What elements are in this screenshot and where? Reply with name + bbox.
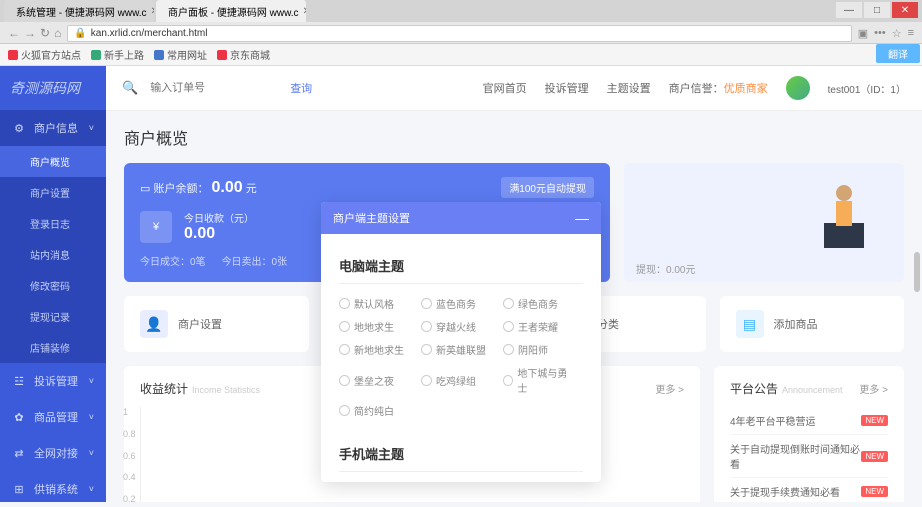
bookmark-icon [8, 50, 18, 60]
radio-icon [339, 344, 350, 355]
home-icon[interactable]: ⌂ [54, 26, 61, 40]
radio-icon [421, 298, 432, 309]
forward-icon[interactable]: → [24, 26, 36, 40]
theme-option[interactable]: 吃鸡绿组 [421, 365, 491, 395]
tab-close-icon[interactable]: ✕ [151, 6, 154, 17]
theme-option[interactable]: 默认风格 [339, 296, 409, 311]
bookmark-item[interactable]: 常用网址 [154, 47, 207, 62]
theme-option[interactable]: 地下城与勇士 [503, 365, 573, 395]
radio-icon [503, 298, 514, 309]
search-icon: 🔍 [122, 80, 138, 96]
theme-modal: 商户端主题设置 — 电脑端主题 默认风格蓝色商务绿色商务地地求生穿越火线王者荣耀… [321, 202, 601, 482]
theme-option[interactable]: 新地地求生 [339, 342, 409, 357]
avatar[interactable] [786, 76, 810, 100]
bookmark-icon [154, 50, 164, 60]
radio-icon [339, 298, 350, 309]
pc-theme-options: 默认风格蓝色商务绿色商务地地求生穿越火线王者荣耀新地地求生新英雄联盟阴阳师堡垒之… [339, 296, 583, 418]
theme-option[interactable]: 王者荣耀 [503, 319, 573, 334]
window-min[interactable]: — [836, 2, 862, 18]
nav-theme[interactable]: 主题设置 [607, 80, 651, 96]
nav-complaints[interactable]: 投诉管理 [545, 80, 589, 96]
mobile-theme-title: 手机端主题 [339, 436, 583, 472]
theme-option[interactable]: 蓝色商务 [421, 296, 491, 311]
tab-title: 商户面板 - 便捷源码网 www.c [168, 4, 299, 19]
more-icon[interactable]: ••• [874, 27, 886, 40]
radio-icon [339, 375, 350, 386]
window-max[interactable]: □ [864, 2, 890, 18]
url-text: kan.xrlid.cn/merchant.html [91, 28, 208, 39]
bookmark-icon [217, 50, 227, 60]
window-close[interactable]: ✕ [892, 2, 918, 18]
bookmarks-bar: 火狐官方站点 新手上路 常用网址 京东商城 [0, 44, 922, 66]
radio-icon [339, 405, 350, 416]
theme-option[interactable]: 阴阳师 [503, 342, 573, 357]
pc-theme-title: 电脑端主题 [339, 248, 583, 284]
nav-home[interactable]: 官网首页 [483, 80, 527, 96]
menu-icon[interactable]: ≡ [908, 27, 914, 40]
bookmark-item[interactable]: 火狐官方站点 [8, 47, 81, 62]
back-icon[interactable]: ← [8, 26, 20, 40]
theme-option[interactable]: 绿色商务 [503, 296, 573, 311]
browser-tabs: 系统管理 - 便捷源码网 www.c ✕ 商户面板 - 便捷源码网 www.c … [0, 0, 922, 22]
browser-tab[interactable]: 系统管理 - 便捷源码网 www.c ✕ [4, 0, 154, 22]
bookmark-icon [91, 50, 101, 60]
translate-badge[interactable]: 翻译 [876, 44, 920, 63]
bookmark-item[interactable]: 新手上路 [91, 47, 144, 62]
radio-icon [503, 344, 514, 355]
modal-overlay: 商户端主题设置 — 电脑端主题 默认风格蓝色商务绿色商务地地求生穿越火线王者荣耀… [0, 132, 922, 502]
logo: 奇测源码网 [0, 66, 106, 110]
tab-close-icon[interactable]: ✕ [303, 6, 306, 17]
bookmark-item[interactable]: 京东商城 [217, 47, 270, 62]
browser-tab[interactable]: 商户面板 - 便捷源码网 www.c ✕ [156, 0, 306, 22]
topbar: 🔍 查询 官网首页 投诉管理 主题设置 商户信誉：优质商家 test001（ID… [106, 66, 922, 111]
lock-icon: 🔒 [74, 28, 86, 39]
shield-icon[interactable]: ▣ [858, 27, 868, 40]
tab-title: 系统管理 - 便捷源码网 www.c [16, 4, 147, 19]
radio-icon [421, 321, 432, 332]
theme-option[interactable]: 地地求生 [339, 319, 409, 334]
credit-label: 商户信誉：优质商家 [669, 80, 768, 96]
radio-icon [503, 321, 514, 332]
radio-icon [339, 321, 350, 332]
user-info[interactable]: test001（ID：1） [828, 81, 906, 96]
theme-option[interactable]: 新英雄联盟 [421, 342, 491, 357]
search-input[interactable] [150, 82, 270, 94]
theme-option[interactable]: 穿越火线 [421, 319, 491, 334]
reload-icon[interactable]: ↻ [40, 26, 50, 40]
search-button[interactable]: 查询 [290, 80, 312, 96]
radio-icon [503, 375, 513, 386]
radio-icon [421, 375, 432, 386]
modal-header: 商户端主题设置 — [321, 202, 601, 234]
minimize-icon[interactable]: — [575, 210, 589, 226]
star-icon[interactable]: ☆ [892, 27, 902, 40]
modal-title: 商户端主题设置 [333, 210, 410, 226]
theme-option[interactable]: 堡垒之夜 [339, 365, 409, 395]
theme-option[interactable]: 简约纯白 [339, 403, 409, 418]
address-bar[interactable]: 🔒 kan.xrlid.cn/merchant.html [67, 25, 851, 42]
radio-icon [421, 344, 432, 355]
